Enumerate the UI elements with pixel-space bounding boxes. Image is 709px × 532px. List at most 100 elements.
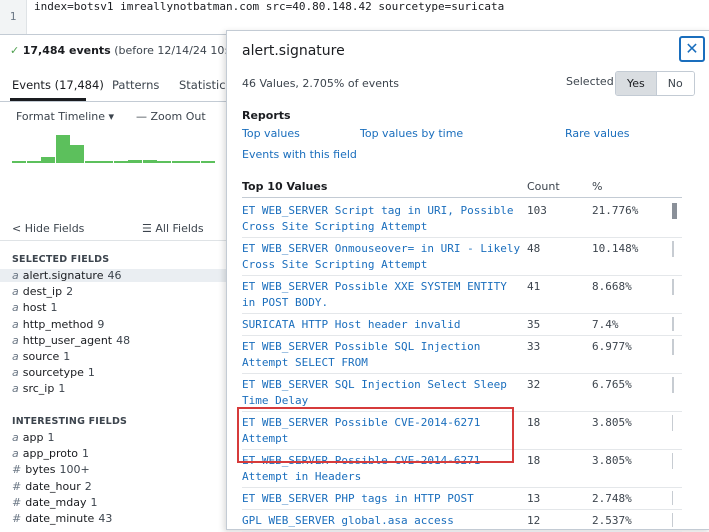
value-link[interactable]: ET WEB_SERVER Possible SQL Injection Att… [242, 339, 522, 371]
field-name: source [22, 350, 60, 363]
field-item[interactable]: a http_user_agent 48 [12, 334, 130, 347]
events-with-field-link[interactable]: Events with this field [242, 148, 357, 161]
field-type-icon: # [12, 463, 22, 477]
field-item[interactable]: a http_method 9 [12, 318, 104, 331]
value-count: 18 [527, 416, 541, 429]
timeline-bar[interactable] [55, 135, 70, 163]
value-count: 48 [527, 242, 541, 255]
zoom-out-button[interactable]: — Zoom Out [136, 110, 206, 123]
field-count: 2 [84, 479, 92, 493]
percent-bar [672, 377, 674, 393]
timeline-bar[interactable] [142, 160, 157, 163]
value-percent: 8.668% [592, 280, 632, 293]
percent-bar [672, 415, 673, 431]
value-count: 13 [527, 492, 541, 505]
selected-fields-title: SELECTED FIELDS [12, 254, 110, 265]
tab-statistics[interactable]: Statistics [179, 78, 232, 92]
field-item[interactable]: a app 1 [12, 431, 54, 444]
field-item[interactable]: a dest_ip 2 [12, 285, 73, 298]
tab-events[interactable]: Events (17,484) [12, 78, 104, 92]
field-name: http_method [22, 317, 94, 331]
field-item[interactable]: # date_minute 43 [12, 512, 112, 525]
value-count: 33 [527, 340, 541, 353]
timeline-bar[interactable] [41, 157, 55, 163]
field-count: 1 [87, 366, 95, 380]
field-item[interactable]: a alert.signature 46 [0, 269, 226, 282]
field-item[interactable]: # date_hour 2 [12, 480, 92, 493]
field-type-icon: a [12, 317, 19, 331]
percent-bar [672, 317, 674, 331]
search-query-input[interactable]: index=botsv1 imreallynotbatman.com src=4… [34, 0, 504, 13]
field-item[interactable]: a src_ip 1 [12, 382, 65, 395]
all-fields-button[interactable]: ☰ All Fields [142, 222, 204, 235]
value-row[interactable]: ET WEB_SERVER Script tag in URI, Possibl… [242, 199, 682, 238]
field-item[interactable]: # bytes 100+ [12, 463, 90, 476]
value-row[interactable]: ET WEB_SERVER PHP tags in HTTP POST 13 2.7… [242, 487, 682, 510]
percent-bar [672, 339, 674, 355]
value-row[interactable]: SURICATA HTTP Host header invalid 35 7.4% [242, 313, 682, 336]
percent-bar [672, 203, 677, 219]
field-item[interactable]: # date_mday 1 [12, 496, 97, 509]
field-name: app_proto [22, 447, 78, 461]
value-summary: 46 Values, 2.705% of events [242, 77, 400, 90]
field-item[interactable]: a source 1 [12, 350, 70, 363]
value-percent: 6.765% [592, 378, 632, 391]
timeline-bar[interactable] [171, 161, 186, 163]
format-timeline-dropdown[interactable]: Format Timeline ▾ [16, 110, 114, 123]
timeline-bar[interactable] [99, 161, 113, 163]
value-row[interactable]: GPL WEB_SERVER global.asa access 12 2.537% [242, 509, 682, 532]
field-item[interactable]: a sourcetype 1 [12, 366, 95, 379]
count-header: Count [527, 180, 560, 193]
field-count: 2 [66, 285, 74, 299]
field-count: 1 [58, 382, 66, 396]
timeline-bar[interactable] [157, 161, 171, 163]
value-row[interactable]: ET WEB_SERVER Onmouseover= in URI - Like… [242, 237, 682, 276]
field-item[interactable]: a app_proto 1 [12, 447, 89, 460]
field-type-icon: # [12, 512, 22, 525]
yes-button[interactable]: Yes [616, 72, 657, 95]
field-type-icon: a [12, 382, 19, 396]
timeline-bar[interactable] [12, 161, 26, 163]
field-name: alert.signature [22, 269, 104, 282]
field-type-icon: a [12, 333, 19, 347]
timeline-bar[interactable] [200, 161, 215, 163]
tab-patterns[interactable]: Patterns [112, 78, 159, 92]
value-link[interactable]: ET WEB_SERVER Onmouseover= in URI - Like… [242, 241, 522, 273]
pct-header: % [592, 180, 603, 193]
selected-toggle[interactable]: Yes No [615, 71, 695, 96]
value-link[interactable]: GPL WEB_SERVER global.asa access [242, 513, 522, 529]
no-button[interactable]: No [656, 72, 694, 95]
value-percent: 7.4% [592, 318, 619, 331]
value-link[interactable]: ET WEB_SERVER PHP tags in HTTP POST [242, 491, 522, 507]
timeline-bar[interactable] [128, 160, 142, 163]
value-link[interactable]: SURICATA HTTP Host header invalid [242, 317, 522, 333]
timeline-bar[interactable] [26, 161, 41, 163]
fields-divider [0, 240, 226, 241]
value-link[interactable]: ET WEB_SERVER SQL Injection Select Sleep… [242, 377, 522, 409]
value-link[interactable]: ET WEB_SERVER Script tag in URI, Possibl… [242, 203, 522, 235]
timeline-bar[interactable] [186, 161, 200, 163]
field-type-icon: a [12, 285, 19, 299]
percent-bar [672, 279, 674, 295]
value-link[interactable]: ET WEB_SERVER Possible XXE SYSTEM ENTITY… [242, 279, 522, 311]
field-type-icon: a [12, 366, 19, 380]
value-row[interactable]: ET WEB_SERVER Possible XXE SYSTEM ENTITY… [242, 275, 682, 314]
selected-label: Selected [566, 75, 614, 88]
field-type-icon: a [12, 350, 19, 363]
close-icon[interactable]: ✕ [679, 36, 705, 62]
hide-fields-button[interactable]: < Hide Fields [12, 222, 84, 235]
field-name: date_mday [25, 495, 87, 509]
value-percent: 21.776% [592, 204, 639, 217]
field-count: 1 [82, 447, 89, 461]
timeline-bar[interactable] [113, 161, 128, 163]
field-name: date_hour [25, 479, 81, 493]
timeline-bar[interactable] [84, 161, 99, 163]
value-row[interactable]: ET WEB_SERVER Possible SQL Injection Att… [242, 335, 682, 374]
top-values-link[interactable]: Top values [242, 127, 300, 140]
field-count: 1 [90, 495, 98, 509]
timeline-bar[interactable] [70, 145, 84, 163]
field-item[interactable]: a host 1 [12, 301, 58, 314]
value-percent: 3.805% [592, 416, 632, 429]
top-values-by-time-link[interactable]: Top values by time [360, 127, 463, 140]
rare-values-link[interactable]: Rare values [565, 127, 629, 140]
